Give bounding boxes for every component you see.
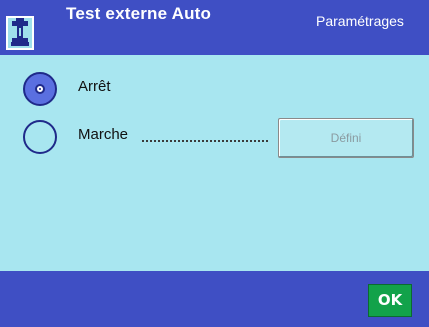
header-bar: Test externe Auto Paramétrages	[0, 0, 429, 55]
footer-bar	[0, 271, 429, 327]
page-title: Test externe Auto	[66, 4, 212, 23]
option-on-label: Marche	[78, 126, 129, 143]
define-button[interactable]: Défini	[278, 118, 414, 158]
radio-on[interactable]	[23, 120, 57, 154]
option-off-label: Arrêt	[78, 78, 111, 95]
radio-selected-dot	[35, 84, 45, 94]
weight-test-icon-graphic	[11, 18, 29, 46]
weight-test-icon	[6, 16, 34, 50]
section-label: Paramétrages	[316, 13, 404, 29]
radio-off[interactable]	[23, 72, 57, 106]
dotted-leader	[142, 140, 268, 142]
ok-button[interactable]: OK	[368, 284, 412, 317]
settings-screen: Test externe Auto Paramétrages Arrêt Mar…	[0, 0, 429, 327]
